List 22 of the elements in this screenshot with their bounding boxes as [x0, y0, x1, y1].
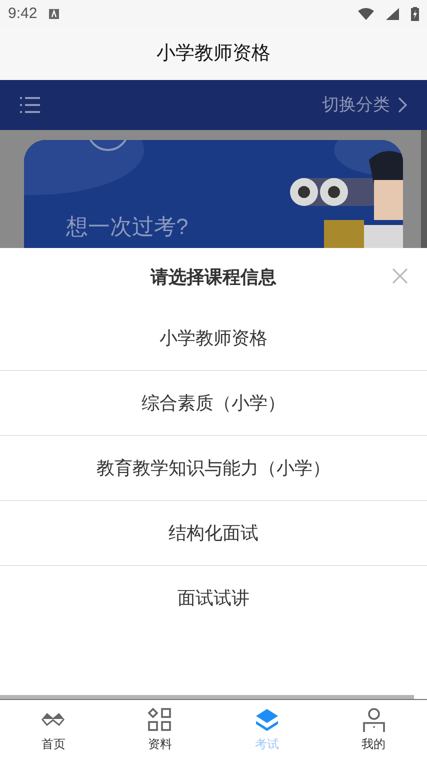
nav-tab[interactable]: 我的: [320, 700, 427, 759]
notification-icon: [49, 9, 60, 19]
course-option[interactable]: 结构化面试: [0, 501, 427, 565]
grid-icon: [147, 706, 174, 732]
layers-icon: [254, 706, 280, 732]
nav-tab[interactable]: 首页: [0, 700, 107, 759]
menu-icon[interactable]: [20, 96, 40, 114]
banner-headline: 想一次过考?: [66, 213, 188, 241]
sheet-title: 请选择课程信息: [150, 266, 276, 288]
wifi-icon: [358, 8, 374, 20]
course-option[interactable]: 教育教学知识与能力（小学）: [0, 436, 427, 500]
switch-category-button[interactable]: 切换分类: [322, 92, 407, 118]
chevron-right-icon: [398, 97, 407, 113]
course-option[interactable]: 面试试讲: [0, 566, 427, 630]
course-option[interactable]: 小学教师资格: [0, 306, 427, 370]
page-title: 小学教师资格: [156, 42, 270, 66]
status-time: 9:42: [8, 4, 38, 24]
battery-icon: [411, 7, 419, 21]
signal-icon: [386, 8, 399, 20]
person-icon: [360, 706, 387, 732]
nav-tab[interactable]: 资料: [106, 700, 214, 759]
course-option[interactable]: 综合素质（小学）: [0, 371, 427, 435]
